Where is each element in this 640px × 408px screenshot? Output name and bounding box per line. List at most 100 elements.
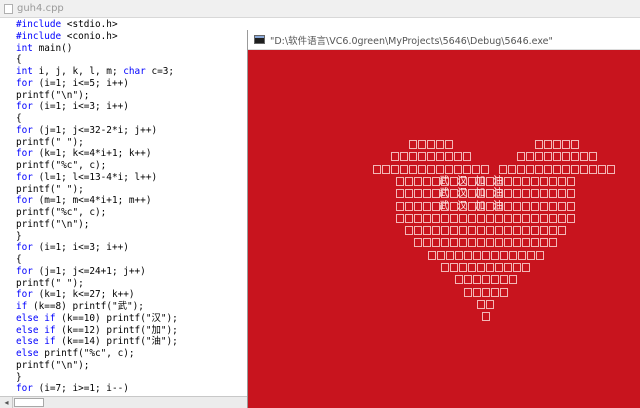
heart-box-glyph (540, 176, 548, 186)
heart-box-glyph (513, 201, 521, 211)
code-line: else if (k==12) printf("加"); (16, 324, 178, 336)
code-line: printf("\n"); (16, 359, 90, 371)
heart-box-glyph (513, 263, 521, 272)
heart-box-glyph (477, 238, 485, 248)
heart-box-glyph (408, 152, 417, 162)
document-icon (4, 3, 13, 14)
heart-text-char: 加 (475, 188, 485, 200)
preprocessor-keyword: #include (16, 19, 62, 30)
heart-box-glyph (525, 152, 534, 162)
heart-box-glyph (445, 250, 454, 260)
heart-left-lobe (408, 140, 454, 150)
heart-box-glyph (405, 201, 413, 211)
heart-box-glyph (490, 275, 499, 285)
code-line: for (l=1; l<=13-4*i; l++) (16, 171, 158, 183)
heart-box-glyph (396, 176, 404, 186)
heart-box-glyph (405, 213, 413, 223)
heart-box-glyph (499, 250, 508, 260)
heart-row (248, 263, 640, 275)
heart-text-char: 加 (475, 175, 485, 187)
heart-box-glyph (504, 263, 512, 272)
code-keyword: else (16, 348, 39, 359)
heart-box-glyph (468, 263, 476, 272)
heart-box-glyph (435, 140, 444, 149)
heart-text-char: 油 (493, 175, 503, 187)
heart-left-lobe (390, 152, 472, 162)
code-line: for (i=1; i<=3; i++) (16, 101, 129, 113)
heart-box-glyph (522, 189, 530, 199)
heart-bottom-row (427, 250, 545, 261)
heart-box-glyph (468, 213, 476, 223)
heart-box-glyph (549, 226, 557, 236)
heart-box-glyph (468, 238, 476, 248)
heart-box-glyph (516, 152, 525, 162)
heart-box-glyph (531, 201, 539, 211)
code-line: for (j=1; j<=24+1; j++) (16, 265, 146, 277)
heart-box-glyph (390, 152, 399, 162)
heart-row (248, 250, 640, 263)
heart-box-glyph (579, 164, 588, 174)
heart-box-glyph (396, 201, 404, 211)
heart-box-glyph (522, 238, 530, 248)
code-line: for (i=1; i<=3; i++) (16, 242, 129, 254)
code-keyword: int (16, 42, 33, 54)
scrollbar-thumb[interactable] (14, 398, 44, 407)
heart-box-glyph (540, 201, 548, 211)
heart-box-glyph (504, 189, 512, 199)
heart-box-glyph (543, 152, 552, 162)
heart-box-glyph (531, 213, 539, 223)
heart-box-glyph (423, 226, 431, 236)
code-gutter (0, 18, 14, 396)
code-keyword: if (44, 324, 56, 336)
heart-box-glyph (540, 238, 548, 248)
console-titlebar[interactable]: "D:\软件语言\VC6.0green\MyProjects\5646\Debu… (248, 30, 640, 50)
heart-box-glyph (517, 250, 526, 260)
code-line: printf(" "); (16, 183, 84, 195)
heart-box-glyph (423, 238, 431, 248)
heart-box-glyph (499, 287, 508, 297)
heart-box-glyph (423, 176, 431, 186)
heart-box-glyph (480, 164, 489, 174)
code-line: for (j=1; j<=32-2*i; j++) (16, 124, 158, 136)
heart-box-glyph (459, 263, 467, 272)
heart-box-glyph (462, 152, 471, 162)
heart-box-glyph (522, 226, 530, 236)
heart-box-glyph (432, 226, 440, 236)
heart-box-glyph (531, 176, 539, 186)
heart-box-glyph (552, 152, 561, 162)
heart-box-glyph (504, 201, 512, 211)
heart-text-char: 武 (439, 200, 449, 212)
code-line: { (16, 254, 22, 265)
heart-row (248, 275, 640, 287)
heart-box-glyph (495, 238, 503, 248)
scroll-left-arrow-icon[interactable]: ◂ (2, 398, 11, 407)
code-keyword: for (16, 242, 33, 254)
code-line: else if (k==10) printf("汉"); (16, 312, 178, 324)
code-line: else printf("%c", c); (16, 348, 135, 359)
heart-row: 武汉加油 (248, 200, 640, 214)
code-line: for (i=7; i>=1; i--) (16, 383, 129, 395)
heart-box-glyph (522, 176, 530, 186)
heart-box-glyph (414, 238, 422, 248)
heart-box-glyph (513, 238, 521, 248)
editor-tab[interactable]: guh4.cpp (0, 0, 640, 18)
heart-box-glyph (427, 250, 436, 260)
heart-box-glyph (426, 152, 435, 162)
code-line: for (m=1; m<=4*i+1; m++) (16, 195, 152, 207)
heart-box-glyph (588, 164, 597, 174)
heart-box-glyph (454, 250, 463, 260)
heart-row (248, 226, 640, 238)
heart-box-glyph (552, 140, 561, 149)
heart-box-glyph (558, 189, 566, 199)
code-area[interactable]: #include <stdio.h> #include <conio.h> int … (16, 19, 248, 395)
code-line: for (k=1; k<=4*i+1; k++) (16, 148, 152, 160)
console-window[interactable]: "D:\软件语言\VC6.0green\MyProjects\5646\Debu… (248, 30, 640, 408)
heart-box-glyph (450, 213, 458, 223)
heart-box-glyph (549, 201, 557, 211)
code-keyword: for (16, 195, 33, 207)
code-line: printf("%c", c); (16, 160, 107, 171)
heart-box-glyph (513, 176, 521, 186)
heart-box-glyph (606, 164, 615, 174)
heart-box-glyph (579, 152, 588, 162)
heart-box-glyph (499, 275, 508, 285)
